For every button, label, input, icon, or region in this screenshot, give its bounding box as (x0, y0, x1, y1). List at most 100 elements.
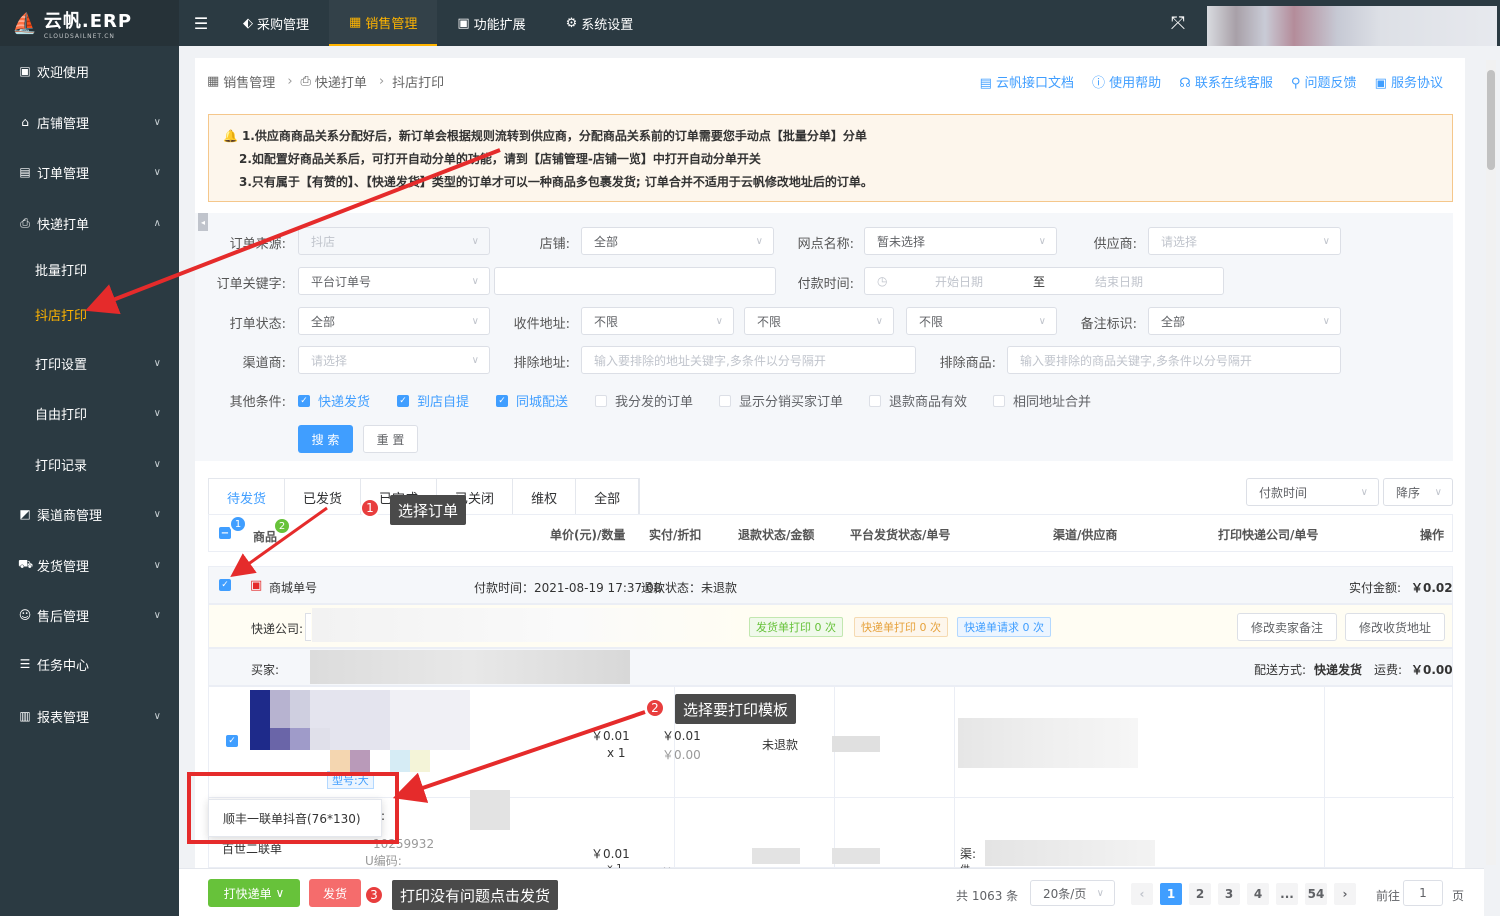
print-express-button[interactable]: 打快递单 ∨ (208, 879, 300, 907)
chevron-down-icon: ∨ (1038, 235, 1046, 247)
order-source-select[interactable]: 抖店 ∨ (298, 227, 490, 255)
keyword-input[interactable] (494, 267, 776, 295)
district-select[interactable]: 不限 ∨ (906, 307, 1057, 335)
step-3-badge: 3 (364, 885, 384, 905)
keyword-type-select[interactable]: 平台订单号 ∨ (298, 267, 490, 295)
sidebar-item-channel[interactable]: ◩ 渠道商管理 ∨ (0, 496, 179, 532)
tab-dispute[interactable]: 维权 (513, 479, 577, 515)
collapse-handle-icon[interactable]: ◂ (198, 213, 208, 231)
page-button[interactable]: 2 (1189, 883, 1211, 905)
notice-box: 🔔 1.供应商商品关系分配好后，新订单会根据规则流转到供应商，分配商品关系前的订单… (208, 114, 1453, 202)
sidebar-item-welcome[interactable]: ▣ 欢迎使用 (0, 53, 179, 89)
sidebar-item-shop[interactable]: ⌂ 店铺管理 ∨ (0, 104, 179, 140)
checkbox-distributor-orders[interactable]: 显示分销买家订单 (719, 391, 843, 410)
chevron-up-icon: ∧ (153, 217, 161, 229)
breadcrumb-item[interactable]: 快递打单 (315, 72, 367, 91)
next-page-button[interactable]: › (1334, 883, 1356, 905)
exclude-goods-label: 排除商品: (939, 356, 996, 371)
sort-field-select[interactable]: 付款时间 ∨ (1246, 478, 1379, 506)
item-checkbox[interactable]: ✓ (226, 735, 238, 747)
goto-page-input[interactable]: 1 (1403, 880, 1443, 906)
checkbox-local-delivery[interactable]: ✓ 同城配送 (496, 391, 568, 410)
chevron-right-icon: › (287, 74, 293, 89)
select-all-checkbox[interactable]: − (219, 527, 231, 539)
sort-order-select[interactable]: 降序 ∨ (1383, 478, 1453, 506)
support-link[interactable]: ☊ 联系在线客服 (1179, 72, 1273, 91)
item-channel-fragment: 渠: (960, 847, 977, 861)
pay-time-range[interactable]: ◷ 开始日期 至 结束日期 (864, 267, 1224, 295)
sidebar-item-print-log[interactable]: 打印记录 ∨ (0, 446, 179, 482)
order-number-label: 商城单号 (269, 581, 318, 595)
supplier-select[interactable]: 请选择 ∨ (1148, 227, 1341, 255)
province-select[interactable]: 不限 ∨ (581, 307, 734, 335)
print-status-select[interactable]: 全部 ∨ (298, 307, 490, 335)
sidebar-item-free-print[interactable]: 自由打印 ∨ (0, 395, 179, 431)
feedback-link[interactable]: ⚲ 问题反馈 (1291, 72, 1357, 91)
sidebar-item-orders[interactable]: ▤ 订单管理 ∨ (0, 154, 179, 190)
chevron-down-icon: ∨ (471, 235, 479, 247)
help-link[interactable]: ⓘ 使用帮助 (1092, 72, 1161, 91)
page-ellipsis[interactable]: ... (1276, 883, 1298, 905)
checkbox-pickup[interactable]: ✓ 到店自提 (397, 391, 469, 410)
page-button[interactable]: 54 (1305, 883, 1327, 905)
col-express: 打印快递公司/单号 (1218, 528, 1319, 542)
menu-toggle-icon[interactable]: ☰ (179, 14, 223, 33)
page-button[interactable]: 4 (1247, 883, 1269, 905)
sidebar-item-batch-print[interactable]: 批量打印 (0, 251, 179, 287)
sidebar-item-express[interactable]: ⎙ 快递打单 ∧ (0, 205, 179, 241)
express-company-select[interactable] (305, 613, 311, 641)
express-print-count-badge: 快递单打印 0 次 (854, 617, 948, 637)
shop-select[interactable]: 全部 ∨ (581, 227, 774, 255)
chevron-down-icon: ∨ (153, 559, 161, 571)
exclude-goods-input[interactable]: 输入要排除的商品关键字,多条件以分号隔开 (1007, 346, 1341, 374)
topnav-purchase[interactable]: ⬖ 采购管理 (223, 0, 329, 46)
vertical-scrollbar[interactable] (1486, 60, 1496, 865)
page-size-select[interactable]: 20条/页 ∨ (1030, 880, 1115, 906)
page-button[interactable]: 3 (1218, 883, 1240, 905)
breadcrumb-item[interactable]: 销售管理 (223, 72, 275, 91)
sidebar-item-tasks[interactable]: ☰ 任务中心 (0, 646, 179, 682)
tab-pending[interactable]: 待发货 (209, 479, 286, 515)
fullscreen-icon[interactable]: ⤧ (1153, 0, 1203, 46)
chevron-down-icon: ∨ (875, 315, 883, 327)
outlet-select[interactable]: 暂未选择 ∨ (864, 227, 1057, 255)
search-button[interactable]: 搜 索 (298, 425, 353, 453)
edit-address-button[interactable]: 修改收货地址 (1345, 613, 1445, 641)
channel-select[interactable]: 请选择 ∨ (298, 346, 490, 374)
checkbox-merge-same-address[interactable]: 相同地址合并 (993, 391, 1091, 410)
sidebar-item-shipping[interactable]: ⛟ 发货管理 ∨ (0, 547, 179, 583)
sidebar-item-reports[interactable]: ▥ 报表管理 ∨ (0, 698, 179, 734)
order-checkbox[interactable]: ✓ (219, 579, 231, 591)
tab-shipped[interactable]: 已发货 (285, 479, 362, 515)
check-icon: ✓ (397, 394, 409, 407)
ship-button[interactable]: 发货 (309, 879, 361, 907)
sidebar-item-print-settings[interactable]: 打印设置 ∨ (0, 345, 179, 381)
remark-select[interactable]: 全部 ∨ (1148, 307, 1341, 335)
topnav-settings[interactable]: ⚙ 系统设置 (546, 0, 654, 46)
checkbox-my-dispatched[interactable]: 我分发的订单 (595, 391, 693, 410)
redacted-order-number (318, 572, 468, 598)
exclude-address-input[interactable]: 输入要排除的地址关键字,多条件以分号隔开 (581, 346, 916, 374)
edit-seller-note-button[interactable]: 修改卖家备注 (1237, 613, 1337, 641)
sidebar: ⛵ 云帆.ERP CLOUDSAILNET.CN ▣ 欢迎使用 ⌂ 店铺管理 ∨ ▤ 订… (0, 0, 179, 916)
prev-page-button[interactable]: ‹ (1131, 883, 1153, 905)
delivery-method-label: 配送方式: (1254, 663, 1307, 677)
page-button[interactable]: 1 (1160, 883, 1182, 905)
api-docs-link[interactable]: ▤ 云帆接口文档 (980, 72, 1074, 91)
checkbox-refund-valid[interactable]: 退款商品有效 (869, 391, 967, 410)
sidebar-item-aftersale[interactable]: ☺ 售后管理 ∨ (0, 597, 179, 633)
topnav-sales[interactable]: ▦ 销售管理 (329, 0, 438, 46)
topnav-extensions[interactable]: ▣ 功能扩展 (437, 0, 545, 46)
agreement-link[interactable]: ▣ 服务协议 (1375, 72, 1443, 91)
city-select[interactable]: 不限 ∨ (744, 307, 894, 335)
freight-label: 运费: (1374, 663, 1403, 677)
total-count: 共 1063 条 (956, 889, 1019, 903)
checkbox-express[interactable]: ✓ 快递发货 (298, 391, 370, 410)
sidebar-item-douyin-print[interactable]: 抖店打印 (0, 296, 179, 332)
tab-all[interactable]: 全部 (576, 479, 640, 515)
reset-button[interactable]: 重 置 (363, 425, 418, 453)
printer-icon: ⎙ (20, 215, 30, 230)
app-logo[interactable]: ⛵ 云帆.ERP CLOUDSAILNET.CN (0, 0, 179, 46)
user-info-redacted[interactable] (1207, 6, 1497, 46)
check-icon: ✓ (496, 394, 508, 407)
